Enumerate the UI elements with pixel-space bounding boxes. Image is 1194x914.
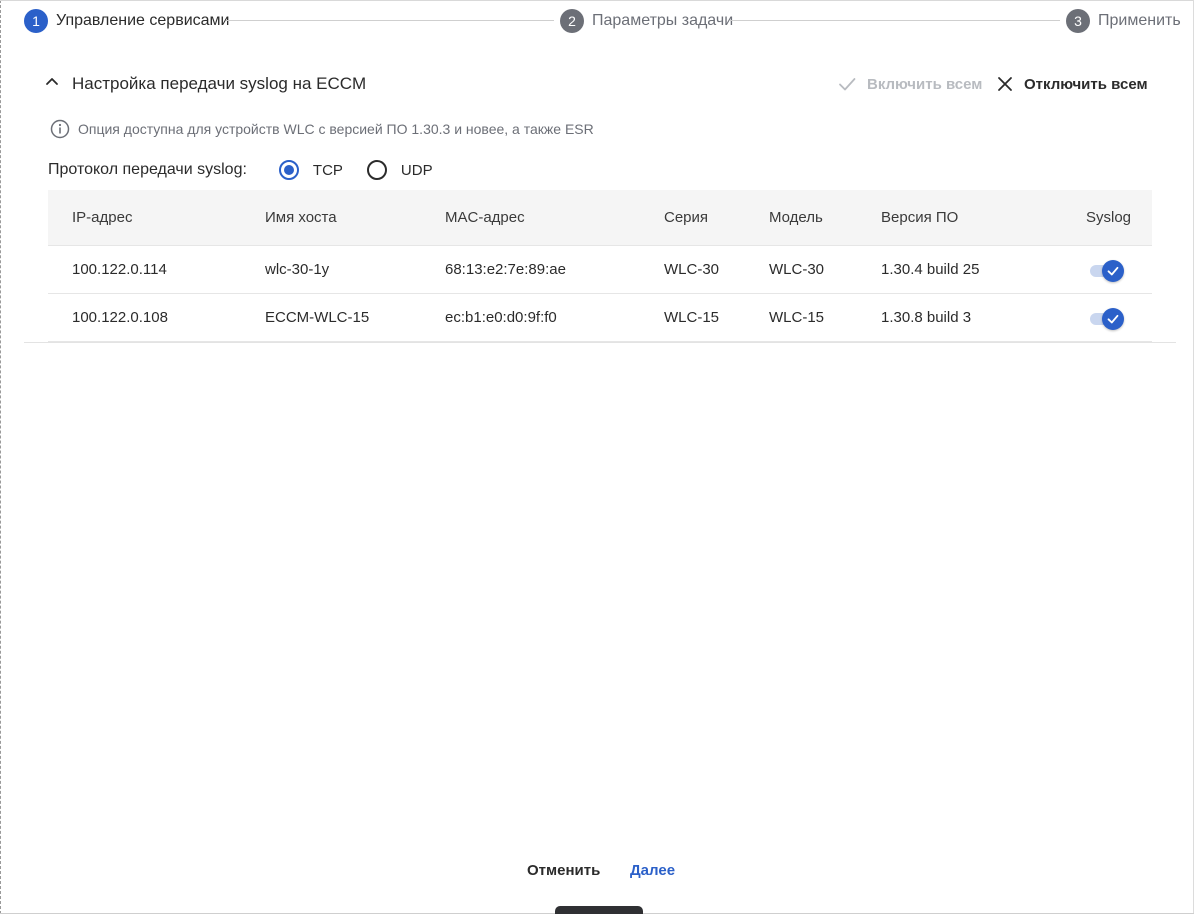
toggle-knob [1102, 259, 1124, 282]
radio-tcp-label: TCP [312, 161, 343, 179]
check-icon [1107, 314, 1119, 323]
step-connector [226, 20, 554, 21]
cell-host: wlc-30-1y [265, 261, 330, 278]
step-3[interactable]: 3 Применить [1066, 9, 1181, 33]
cell-version: 1.30.8 build 3 [881, 309, 972, 326]
table-header: IP-адрес Имя хоста MAC-адрес Серия Модел… [48, 190, 1152, 246]
cell-syslog [1088, 246, 1124, 293]
info-text: Опция доступна для устройств WLC с верси… [78, 121, 594, 137]
enable-all-label: Включить всем [867, 75, 983, 93]
cancel-button[interactable]: Отменить [527, 862, 600, 879]
syslog-settings-panel: Настройка передачи syslog на ECCM Включи… [24, 60, 1176, 343]
radio-udp-label: UDP [400, 161, 433, 179]
header-version[interactable]: Версия ПО [881, 190, 958, 245]
devices-table: IP-адрес Имя хоста MAC-адрес Серия Модел… [48, 190, 1152, 342]
step-2[interactable]: 2 Параметры задачи [560, 9, 733, 33]
check-icon [1107, 266, 1119, 275]
cell-ip: 100.122.0.114 [72, 261, 167, 278]
header-mac[interactable]: MAC-адрес [445, 190, 525, 245]
header-syslog[interactable]: Syslog [1086, 190, 1131, 245]
wizard-footer: Отменить Далее [0, 860, 1194, 886]
step-number: 2 [560, 9, 584, 33]
info-icon [50, 119, 70, 139]
cell-series: WLC-30 [664, 261, 720, 278]
header-series[interactable]: Серия [664, 190, 708, 245]
cell-host: ECCM-WLC-15 [265, 309, 370, 326]
panel-title: Настройка передачи syslog на ECCM [72, 74, 367, 93]
radio-tcp-indicator[interactable] [278, 160, 299, 180]
step-connector [730, 20, 1060, 21]
header-model[interactable]: Модель [769, 190, 823, 245]
toggle-knob [1102, 307, 1124, 330]
wizard-window: 1 Управление сервисами 2 Параметры задач… [0, 0, 1194, 914]
info-note: Опция доступна для устройств WLC с верси… [50, 118, 594, 140]
protocol-label: Протокол передачи syslog: [48, 161, 247, 178]
cell-mac: ec:b1:e0:d0:9f:f0 [445, 309, 557, 326]
cell-version: 1.30.4 build 25 [881, 261, 980, 278]
cell-model: WLC-30 [769, 261, 825, 278]
step-label: Параметры задачи [592, 12, 734, 29]
cell-ip: 100.122.0.108 [72, 309, 168, 326]
enable-all-button[interactable]: Включить всем [837, 72, 982, 96]
step-number: 3 [1066, 9, 1090, 33]
disable-all-button[interactable]: Отключить всем [996, 72, 1148, 96]
disable-all-label: Отключить всем [1024, 75, 1148, 93]
step-label: Управление сервисами [56, 12, 230, 29]
chevron-up-icon[interactable] [45, 74, 59, 88]
bottom-handle [555, 906, 643, 914]
radio-udp[interactable]: UDP [366, 160, 433, 180]
syslog-toggle[interactable] [1088, 307, 1124, 330]
cell-syslog [1088, 294, 1124, 341]
header-ip[interactable]: IP-адрес [72, 190, 132, 245]
step-number: 1 [24, 9, 48, 33]
cell-series: WLC-15 [664, 309, 720, 326]
step-1[interactable]: 1 Управление сервисами [24, 9, 229, 33]
header-host[interactable]: Имя хоста [265, 190, 337, 245]
top-border [0, 0, 1194, 1]
syslog-toggle[interactable] [1088, 259, 1124, 282]
next-button[interactable]: Далее [630, 862, 675, 879]
table-row: 100.122.0.108 ECCM-WLC-15 ec:b1:e0:d0:9f… [48, 294, 1152, 342]
table-row: 100.122.0.114 wlc-30-1y 68:13:e2:7e:89:a… [48, 246, 1152, 294]
close-icon [998, 77, 1012, 91]
radio-tcp[interactable]: TCP [278, 160, 343, 180]
cell-mac: 68:13:e2:7e:89:ae [445, 261, 566, 278]
left-border [0, 0, 1, 914]
protocol-selector: Протокол передачи syslog: TCP UDP [48, 158, 433, 182]
check-icon [839, 78, 856, 91]
cell-model: WLC-15 [769, 309, 825, 326]
radio-udp-indicator[interactable] [366, 160, 387, 180]
wizard-stepper: 1 Управление сервисами 2 Параметры задач… [24, 9, 1181, 33]
step-label: Применить [1098, 12, 1181, 29]
